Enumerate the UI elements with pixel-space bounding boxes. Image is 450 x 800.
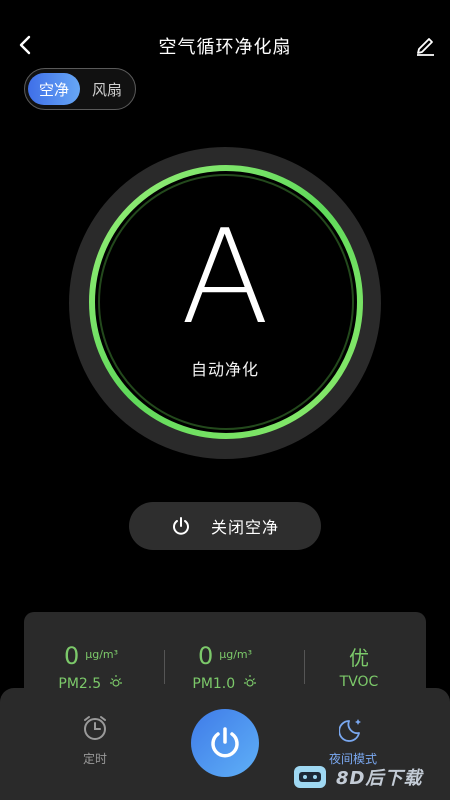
main-power-button[interactable]	[191, 709, 259, 777]
power-icon	[211, 727, 239, 758]
mode-switch: 空净 风扇	[24, 68, 136, 110]
metric-unit: μg/m³	[219, 648, 253, 661]
metric-value: 0	[63, 642, 80, 670]
turn-off-purify-button[interactable]: 关闭空净	[129, 502, 321, 550]
mode-letter: A	[180, 201, 270, 353]
edit-button[interactable]	[410, 30, 440, 60]
timer-button[interactable]: 定时	[60, 714, 130, 767]
watermark: 8D后下载	[290, 760, 440, 794]
metric-value: 0	[197, 642, 214, 670]
watermark-text: 8D后下载	[336, 768, 423, 789]
metric-unit: μg/m³	[85, 648, 119, 661]
pencil-icon	[417, 38, 434, 56]
power-icon	[173, 517, 189, 535]
mode-label: 自动净化	[190, 360, 259, 379]
timer-label: 定时	[82, 752, 107, 766]
robot-logo-icon	[294, 766, 326, 788]
moon-icon	[338, 719, 361, 742]
metric-value: 优	[349, 646, 369, 670]
alarm-clock-icon	[84, 716, 106, 740]
turn-off-label: 关闭空净	[210, 518, 279, 537]
mode-option-air-purify[interactable]: 空净	[28, 73, 80, 105]
page-title: 空气循环净化扇	[158, 37, 292, 58]
mode-option-fan[interactable]: 风扇	[81, 73, 133, 105]
